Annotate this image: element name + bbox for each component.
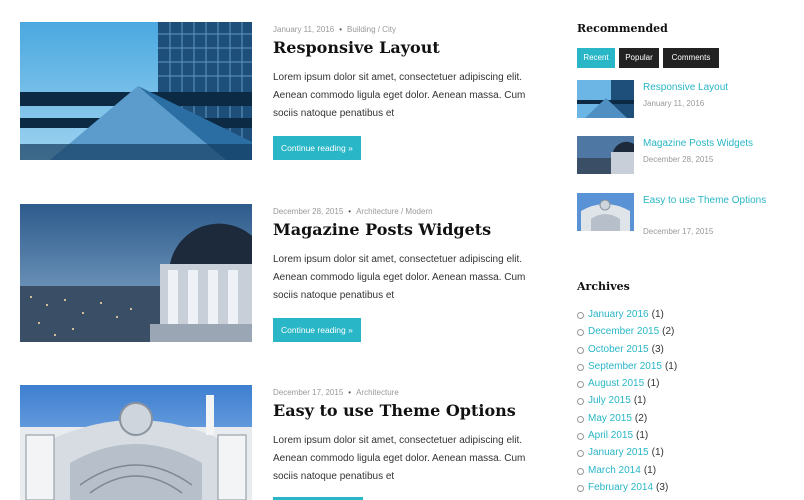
archive-count: (1) bbox=[651, 309, 664, 320]
archive-count: (3) bbox=[651, 343, 664, 355]
post-card: December 28, 2015 • Architecture / Modern … bbox=[20, 204, 540, 344]
post-category-link[interactable]: Architecture bbox=[356, 388, 399, 397]
post-thumbnail-observatory[interactable] bbox=[20, 204, 252, 342]
archive-count: (2) bbox=[634, 412, 648, 424]
bullet-icon bbox=[577, 381, 584, 389]
archive-count: (1) bbox=[636, 430, 649, 442]
post-meta: December 28, 2015 • Architecture / Modern bbox=[273, 207, 433, 216]
archive-item: March 2014 (1) bbox=[577, 462, 677, 479]
archive-item: January 2016 (1) bbox=[577, 306, 677, 323]
recent-post-item[interactable]: Magazine Posts Widgets December 28, 2015 bbox=[577, 136, 787, 178]
archive-item: July 2015 (1) bbox=[577, 392, 677, 409]
bullet-icon bbox=[577, 398, 584, 406]
bullet-icon bbox=[577, 484, 584, 492]
post-title[interactable]: Magazine Posts Widgets bbox=[273, 220, 491, 239]
archive-link[interactable]: February 2014 bbox=[588, 482, 653, 493]
recent-post-title[interactable]: Easy to use Theme Options bbox=[643, 192, 773, 209]
archive-item: April 2015 (1) bbox=[577, 427, 677, 444]
recent-post-thumbnail[interactable] bbox=[577, 193, 634, 231]
separator-dot: • bbox=[348, 207, 352, 216]
recent-post-thumbnail[interactable] bbox=[577, 136, 634, 174]
recent-post-item[interactable]: Responsive Layout January 11, 2016 bbox=[577, 80, 787, 122]
archive-count: (1) bbox=[647, 378, 660, 390]
archive-link[interactable]: May 2015 bbox=[588, 413, 632, 424]
recent-post-title[interactable]: Responsive Layout bbox=[643, 79, 773, 96]
tab-popular[interactable]: Popular bbox=[619, 48, 659, 68]
post-date: December 28, 2015 bbox=[273, 207, 344, 216]
archive-count: (3) bbox=[656, 481, 669, 493]
archive-link[interactable]: March 2014 bbox=[588, 465, 641, 476]
archive-count: (1) bbox=[651, 447, 664, 459]
archives-list: January 2016 (1) December 2015 (2) October… bbox=[577, 306, 677, 496]
post-excerpt: Lorem ipsum dolor sit amet, consectetuer… bbox=[273, 435, 526, 482]
post-thumbnail-skyscraper[interactable] bbox=[20, 22, 252, 160]
recent-post-date: January 11, 2016 bbox=[643, 99, 705, 108]
recent-post-date: December 17, 2015 bbox=[643, 227, 714, 236]
archive-count: (1) bbox=[633, 395, 647, 407]
bullet-icon bbox=[577, 329, 584, 337]
post-title[interactable]: Responsive Layout bbox=[273, 38, 440, 57]
recommended-heading: Recommended bbox=[577, 22, 668, 35]
archive-link[interactable]: October 2015 bbox=[588, 344, 649, 355]
bullet-icon bbox=[577, 415, 584, 423]
continue-reading-button[interactable]: Continue reading » bbox=[273, 318, 361, 342]
archive-item: September 2015 (1) bbox=[577, 358, 677, 375]
separator-dot: • bbox=[339, 25, 343, 34]
post-thumbnail-ornate-facade[interactable] bbox=[20, 385, 252, 500]
continue-reading-button[interactable]: Continue reading » bbox=[273, 136, 361, 160]
post-meta: December 17, 2015 • Architecture bbox=[273, 388, 399, 397]
post-excerpt: Lorem ipsum dolor sit amet, consectetuer… bbox=[273, 254, 526, 301]
post-date: January 11, 2016 bbox=[273, 25, 335, 34]
archive-link[interactable]: January 2016 bbox=[588, 309, 649, 320]
bullet-icon bbox=[577, 433, 584, 441]
archives-heading: Archives bbox=[577, 280, 630, 293]
post-category-link[interactable]: Architecture / Modern bbox=[356, 207, 432, 216]
bullet-icon bbox=[577, 363, 584, 371]
post-card: December 17, 2015 • Architecture Easy to u… bbox=[20, 385, 540, 500]
tab-recent[interactable]: Recent bbox=[577, 48, 615, 68]
archive-link[interactable]: January 2015 bbox=[588, 447, 649, 458]
archive-item: October 2015 (3) bbox=[577, 341, 677, 358]
recent-post-thumbnail[interactable] bbox=[577, 80, 634, 118]
archive-link[interactable]: July 2015 bbox=[588, 395, 631, 406]
archive-link[interactable]: April 2015 bbox=[588, 430, 633, 441]
recent-post-date: December 28, 2015 bbox=[643, 155, 714, 164]
archive-link[interactable]: September 2015 bbox=[588, 361, 662, 372]
post-meta: January 11, 2016 • Building / City bbox=[273, 25, 396, 34]
bullet-icon bbox=[577, 450, 584, 458]
archive-link[interactable]: December 2015 bbox=[588, 326, 659, 337]
recent-post-title[interactable]: Magazine Posts Widgets bbox=[643, 135, 773, 152]
bullet-icon bbox=[577, 467, 584, 475]
tab-comments[interactable]: Comments bbox=[663, 48, 719, 68]
archive-count: (1) bbox=[643, 464, 657, 476]
post-date: December 17, 2015 bbox=[273, 388, 344, 397]
archive-link[interactable]: August 2015 bbox=[588, 378, 644, 389]
archive-item: May 2015 (2) bbox=[577, 410, 677, 427]
archive-item: December 2015 (2) bbox=[577, 323, 677, 340]
post-excerpt: Lorem ipsum dolor sit amet, consectetuer… bbox=[273, 72, 526, 119]
archive-item: January 2015 (1) bbox=[577, 444, 677, 461]
archive-count: (2) bbox=[662, 326, 675, 338]
bullet-icon bbox=[577, 346, 584, 354]
post-title[interactable]: Easy to use Theme Options bbox=[273, 401, 516, 420]
archive-count: (1) bbox=[664, 360, 678, 372]
separator-dot: • bbox=[348, 388, 352, 397]
bullet-icon bbox=[577, 312, 584, 319]
recent-post-item[interactable]: Easy to use Theme Options December 17, 2… bbox=[577, 193, 787, 243]
archive-item: August 2015 (1) bbox=[577, 375, 677, 392]
post-card: January 11, 2016 • Building / City Respons… bbox=[20, 22, 540, 162]
post-category-link[interactable]: Building / City bbox=[347, 25, 396, 34]
archive-item: February 2014 (3) bbox=[577, 479, 677, 496]
